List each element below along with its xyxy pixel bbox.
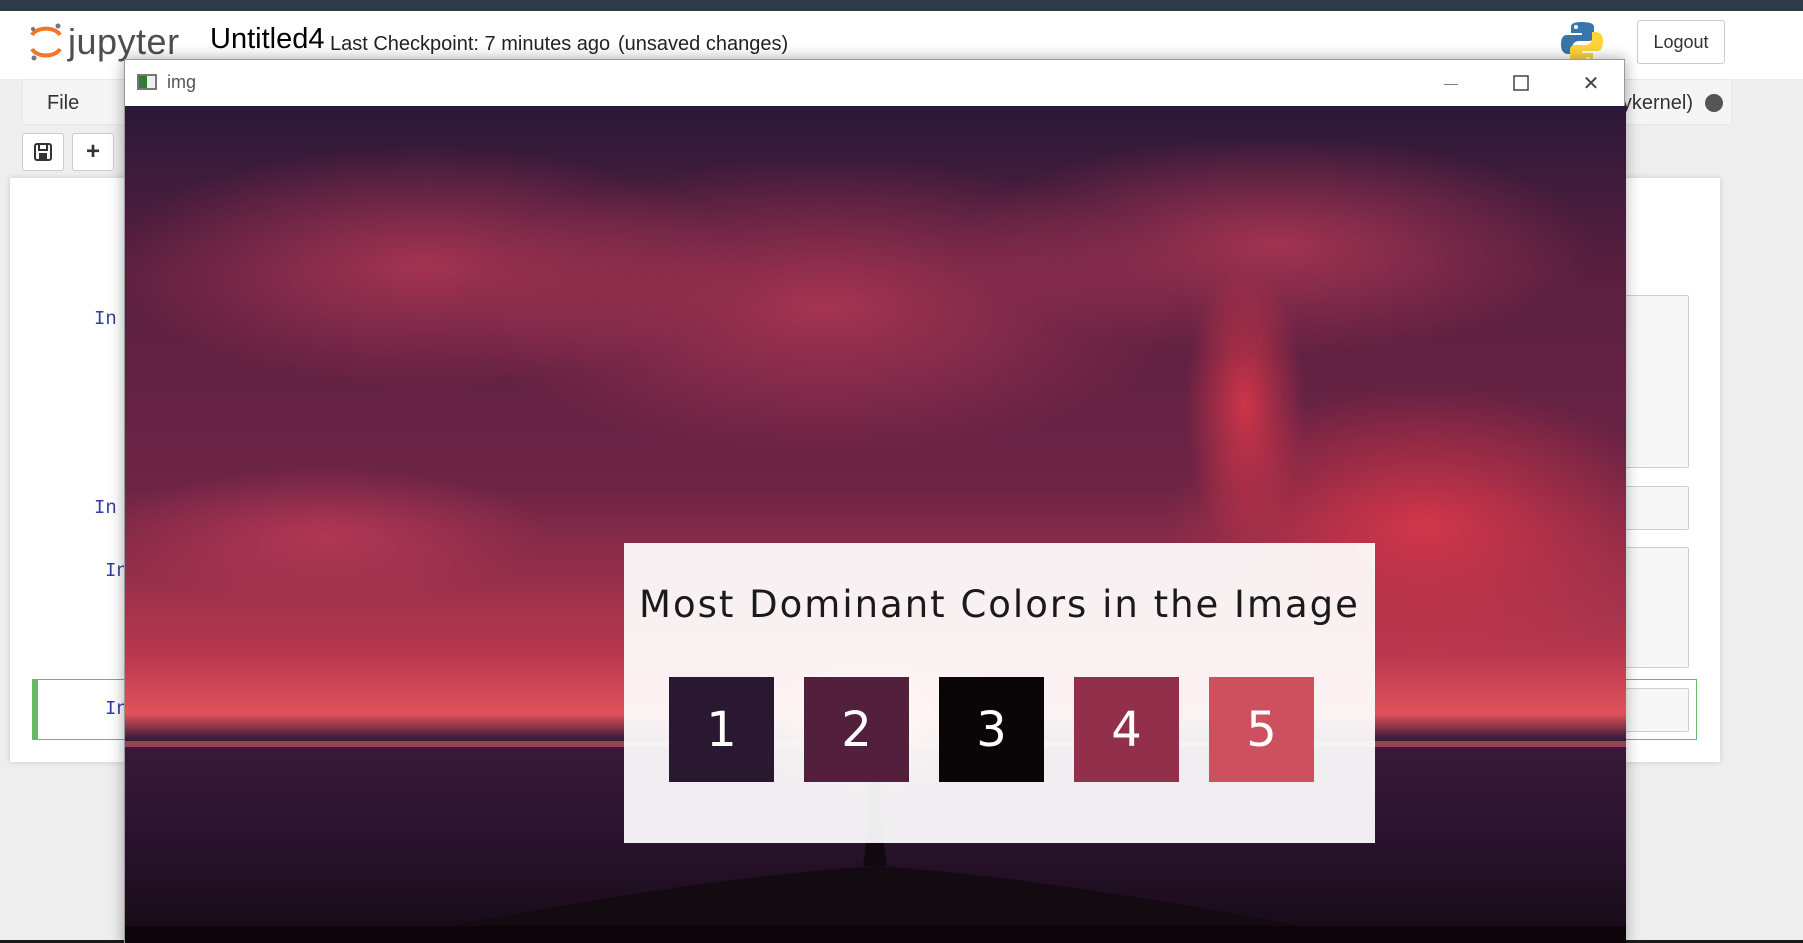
code-cell-input[interactable]	[1620, 688, 1689, 732]
window-title: img	[167, 72, 197, 92]
plus-icon: +	[85, 138, 100, 165]
dominant-colors-title: Most Dominant Colors in the Image	[639, 583, 1360, 626]
logout-button[interactable]: Logout	[1637, 20, 1725, 64]
swatch-label: 3	[976, 701, 1007, 758]
unsaved-changes-indicator: (unsaved changes)	[618, 33, 789, 55]
swatch-label: 2	[841, 701, 872, 758]
menu-file[interactable]: File	[47, 92, 79, 115]
add-cell-button[interactable]: +	[72, 133, 114, 171]
code-cell-input[interactable]	[1620, 295, 1689, 468]
save-icon	[34, 143, 52, 161]
swatch-label: 1	[706, 701, 737, 758]
browser-top-strip	[0, 0, 1803, 11]
swatch-label: 4	[1111, 701, 1142, 758]
color-swatch-5: 5	[1209, 677, 1314, 782]
minimize-button[interactable]: —	[1428, 66, 1474, 100]
notebook-toolbar: +	[22, 133, 114, 171]
checkpoint-status: Last Checkpoint: 7 minutes ago	[330, 33, 611, 55]
color-swatch-3: 3	[939, 677, 1044, 782]
swatch-label: 5	[1246, 701, 1277, 758]
cell-prompt: In	[94, 497, 117, 519]
window-titlebar[interactable]: img — ✕	[125, 60, 1624, 106]
minimize-icon: —	[1444, 75, 1458, 91]
cell-prompt: In	[94, 308, 117, 330]
kernel-busy-indicator	[1705, 94, 1723, 112]
color-swatch-4: 4	[1074, 677, 1179, 782]
jupyter-logo[interactable]: jupyter	[28, 21, 180, 63]
maximize-button[interactable]	[1498, 66, 1544, 100]
displayed-image: Most Dominant Colors in the Image 1 2 3 …	[125, 106, 1626, 943]
window-app-icon	[137, 74, 157, 90]
opencv-image-window[interactable]: img — ✕ Most Dominant Colors in the Imag…	[124, 59, 1626, 943]
code-cell-input[interactable]	[1620, 486, 1689, 530]
jupyter-logo-text: jupyter	[68, 21, 180, 62]
close-icon: ✕	[1582, 72, 1600, 95]
maximize-icon	[1513, 75, 1529, 91]
color-swatch-1: 1	[669, 677, 774, 782]
color-swatch-2: 2	[804, 677, 909, 782]
dominant-colors-panel: Most Dominant Colors in the Image 1 2 3 …	[624, 543, 1375, 843]
notebook-title[interactable]: Untitled4	[210, 23, 324, 56]
code-cell-input[interactable]	[1620, 547, 1689, 668]
close-button[interactable]: ✕	[1568, 66, 1614, 100]
jupyter-logo-icon	[30, 23, 62, 61]
save-button[interactable]	[22, 133, 64, 171]
kernel-name[interactable]: ykernel)	[1622, 92, 1693, 115]
